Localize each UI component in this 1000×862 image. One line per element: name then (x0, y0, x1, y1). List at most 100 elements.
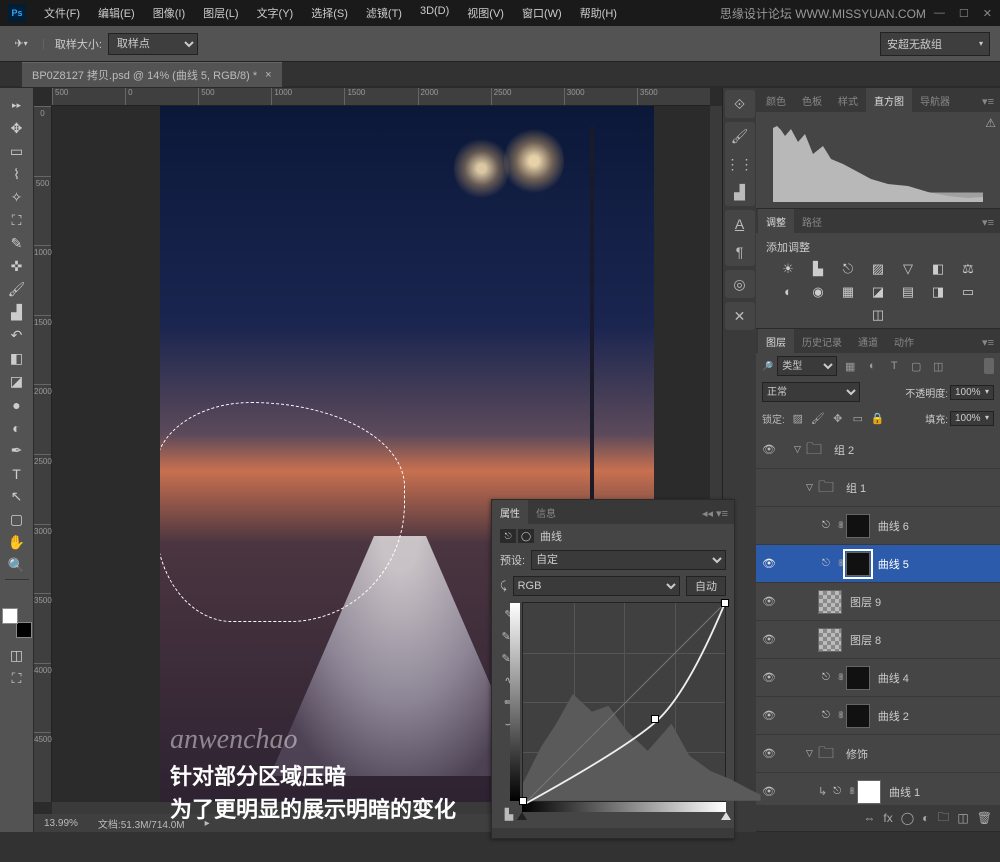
tool-preset[interactable]: ✈▾ (10, 33, 32, 55)
histogram-warning-icon[interactable]: ⚠ (985, 116, 996, 130)
zoom-display[interactable]: 13.99% (44, 818, 78, 829)
colorbalance-icon[interactable]: ⚖ (959, 261, 977, 276)
menu-type[interactable]: 文字(Y) (249, 1, 302, 25)
panel-menu-icon[interactable]: ◂◂ ▾≡ (696, 503, 734, 524)
twisty-icon[interactable]: ▽ (806, 748, 818, 759)
quickmask-icon[interactable]: ◫ (4, 644, 30, 667)
lock-all-icon[interactable]: 🔒 (871, 411, 885, 425)
layer-list[interactable]: 👁▽🗀组 2▽🗀组 1⎋𝟠曲线 6👁⎋𝟠曲线 5👁图层 9👁图层 8👁⎋𝟠曲线 … (756, 431, 1000, 805)
tab-styles[interactable]: 样式 (830, 88, 866, 112)
foreground-color[interactable] (2, 608, 18, 624)
visibility-icon[interactable]: 👁 (760, 442, 778, 458)
visibility-icon[interactable]: 👁 (760, 784, 778, 800)
filter-shape-icon[interactable]: ▢ (907, 357, 925, 375)
layer-row[interactable]: 👁图层 8 (756, 621, 1000, 659)
layer-row[interactable]: ▽🗀组 1 (756, 469, 1000, 507)
brush-panel-icon[interactable]: 🖌 (725, 122, 755, 150)
mask-mode-icon[interactable]: ◯ (518, 529, 534, 543)
tab-adjustments[interactable]: 调整 (758, 209, 794, 233)
minimize-icon[interactable]: — (934, 7, 945, 20)
crop-tool-icon[interactable]: ⛶ (4, 209, 30, 232)
dodge-tool-icon[interactable]: ◐ (4, 416, 30, 439)
document-tab[interactable]: BP0Z8127 拷贝.psd @ 14% (曲线 5, RGB/8) * × (22, 62, 282, 87)
layer-mask-thumb[interactable] (846, 704, 870, 728)
targeted-adjust-icon[interactable]: ⤹ (500, 580, 507, 593)
lock-position-icon[interactable]: ✥ (831, 411, 845, 425)
curve-point[interactable] (519, 797, 527, 805)
gradientmap-icon[interactable]: ▭ (959, 284, 977, 299)
healing-tool-icon[interactable]: ✜ (4, 255, 30, 278)
brightness-icon[interactable]: ☀ (779, 261, 797, 276)
delete-icon[interactable]: 🗑 (977, 811, 992, 825)
menu-help[interactable]: 帮助(H) (572, 1, 625, 25)
layer-thumb[interactable] (818, 590, 842, 614)
mask-link-icon[interactable]: 𝟠 (838, 558, 844, 569)
panel-menu-icon[interactable]: ▾≡ (976, 91, 1000, 112)
filter-smart-icon[interactable]: ◫ (929, 357, 947, 375)
close-tab-icon[interactable]: × (265, 69, 271, 81)
hue-icon[interactable]: ◧ (929, 261, 947, 276)
pen-tool-icon[interactable]: ✒ (4, 439, 30, 462)
hand-tool-icon[interactable]: ✋ (4, 531, 30, 554)
tool-presets-icon[interactable]: ✕ (725, 302, 755, 330)
close-icon[interactable]: ✕ (983, 7, 992, 20)
opacity-control[interactable]: 不透明度: 100%▾ (905, 385, 994, 400)
curves-icon[interactable]: ⎋ (839, 261, 857, 276)
paragraph-panel-icon[interactable]: ¶ (725, 238, 755, 266)
screenmode-icon[interactable]: ⛶ (4, 667, 30, 690)
mask-link-icon[interactable]: 𝟠 (838, 710, 844, 721)
layer-mask-thumb[interactable] (846, 552, 870, 576)
filter-type-icon[interactable]: T (885, 357, 903, 375)
curve-point[interactable] (721, 599, 729, 607)
background-color[interactable] (16, 622, 32, 638)
type-tool-icon[interactable]: T (4, 462, 30, 485)
visibility-icon[interactable]: 👁 (760, 632, 778, 648)
white-point-slider[interactable] (721, 812, 731, 820)
menu-select[interactable]: 选择(S) (303, 1, 356, 25)
toggle-icon[interactable]: ▸▸ (4, 94, 30, 117)
menu-view[interactable]: 视图(V) (459, 1, 512, 25)
clip-histogram-icon[interactable]: ▙ (501, 806, 517, 822)
history-brush-tool-icon[interactable]: ↶ (4, 324, 30, 347)
character-panel-icon[interactable]: A (725, 210, 755, 238)
visibility-icon[interactable]: 👁 (760, 708, 778, 724)
curve-box[interactable] (522, 602, 726, 802)
vibrance-icon[interactable]: ▽ (899, 261, 917, 276)
marquee-tool-icon[interactable]: ▭ (4, 140, 30, 163)
twisty-icon[interactable]: ▽ (806, 482, 818, 493)
blend-mode-select[interactable]: 正常 (762, 382, 860, 402)
mask-link-icon[interactable]: 𝟠 (838, 520, 844, 531)
curve-point[interactable] (651, 715, 659, 723)
prefs-icon[interactable]: ⟐ (725, 90, 755, 118)
photofilter-icon[interactable]: ◉ (809, 284, 827, 299)
invert-icon[interactable]: ◪ (869, 284, 887, 299)
maximize-icon[interactable]: ☐ (959, 7, 969, 20)
path-selection-tool-icon[interactable]: ↖ (4, 485, 30, 508)
lock-artboard-icon[interactable]: ▭ (851, 411, 865, 425)
brushpreset-panel-icon[interactable]: ⋮⋮ (725, 150, 755, 178)
menu-layer[interactable]: 图层(L) (195, 1, 246, 25)
eyedropper-tool-icon[interactable]: ✎ (4, 232, 30, 255)
mask-icon[interactable]: ◯ (901, 811, 914, 825)
clone-source-icon[interactable]: ▟ (725, 178, 755, 206)
layer-row[interactable]: 👁图层 9 (756, 583, 1000, 621)
link-layers-icon[interactable]: ⇔ (863, 811, 875, 825)
layer-row[interactable]: 👁⎋𝟠曲线 2 (756, 697, 1000, 735)
fill-control[interactable]: 填充: 100%▾ (925, 411, 994, 426)
layer-mask-thumb[interactable] (857, 780, 881, 804)
menu-edit[interactable]: 编辑(E) (90, 1, 143, 25)
visibility-icon[interactable]: 👁 (760, 670, 778, 686)
visibility-icon[interactable]: 👁 (760, 594, 778, 610)
preset-select[interactable]: 自定 (531, 550, 726, 570)
workspace-select[interactable]: 安超无敌组▾ (880, 32, 990, 56)
mask-link-icon[interactable]: 𝟠 (838, 672, 844, 683)
posterize-icon[interactable]: ▤ (899, 284, 917, 299)
zoom-tool-icon[interactable]: 🔍 (4, 554, 30, 577)
tab-properties[interactable]: 属性 (492, 500, 528, 524)
tab-color[interactable]: 颜色 (758, 88, 794, 112)
cc-icon[interactable]: ◎ (725, 270, 755, 298)
tab-histogram[interactable]: 直方图 (866, 88, 912, 112)
filter-switch[interactable] (984, 358, 994, 374)
exposure-icon[interactable]: ▨ (869, 261, 887, 276)
magic-wand-tool-icon[interactable]: ✧ (4, 186, 30, 209)
